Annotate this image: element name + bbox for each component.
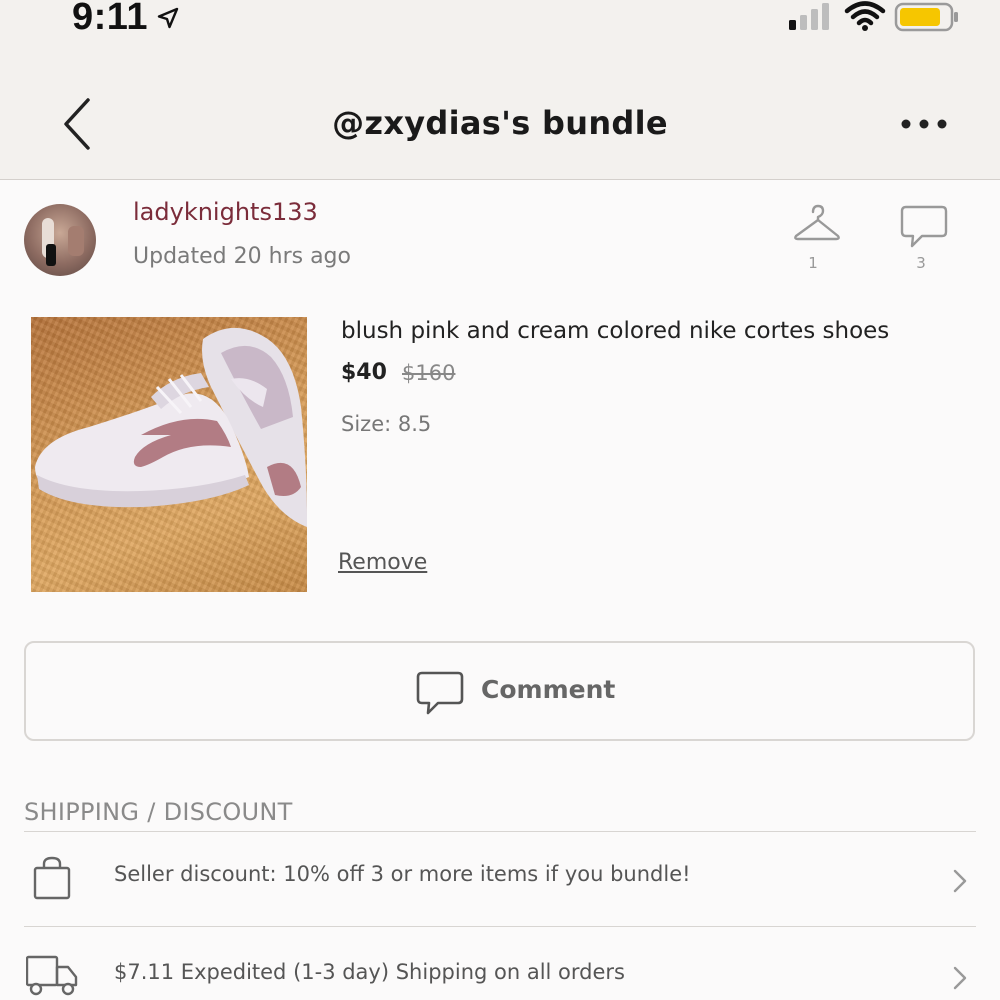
chevron-right-icon [953,869,967,893]
remove-link[interactable]: Remove [338,550,427,575]
cellular-signal-icon [789,3,829,30]
comment-bubble-icon [416,671,464,715]
comment-button-label: Comment [481,675,616,704]
shoes-illustration [35,327,307,527]
product-title[interactable]: blush pink and cream colored nike cortes… [341,318,889,344]
location-arrow-icon [157,7,179,29]
avatar[interactable] [24,204,96,276]
comment-button[interactable]: Comment [24,641,975,741]
more-options-button[interactable] [896,110,952,138]
likes-count: 1 [808,254,818,272]
seller-discount-row[interactable]: Seller discount: 10% off 3 or more items… [0,832,1000,926]
updated-timestamp: Updated 20 hrs ago [133,244,351,269]
shipping-row[interactable]: $7.11 Expedited (1-3 day) Shipping on al… [0,927,1000,1000]
avatar-figure-legs [46,244,56,266]
comment-bubble-icon[interactable] [900,204,948,250]
shopping-bag-icon [33,856,71,900]
status-time: 9:11 [72,0,148,38]
shipping-text: $7.11 Expedited (1-3 day) Shipping on al… [114,960,625,984]
product-size: Size: 8.5 [341,412,432,436]
page-title: @zxydias's bundle [332,104,668,142]
avatar-figure-reflection [68,226,84,256]
chevron-right-icon [953,966,967,990]
top-bar: 9:11 @zxydias's bundle [0,0,1000,180]
seller-username[interactable]: ladyknights133 [133,198,318,226]
product-price: $40 [341,360,387,385]
hanger-icon[interactable] [792,202,842,244]
seller-discount-text: Seller discount: 10% off 3 or more items… [114,862,691,886]
section-heading: SHIPPING / DISCOUNT [24,798,293,826]
delivery-truck-icon [26,955,78,996]
comments-count: 3 [916,254,926,272]
original-price: $160 [402,361,456,385]
wifi-icon [844,1,886,31]
product-image[interactable] [31,317,307,592]
battery-icon [894,2,958,32]
